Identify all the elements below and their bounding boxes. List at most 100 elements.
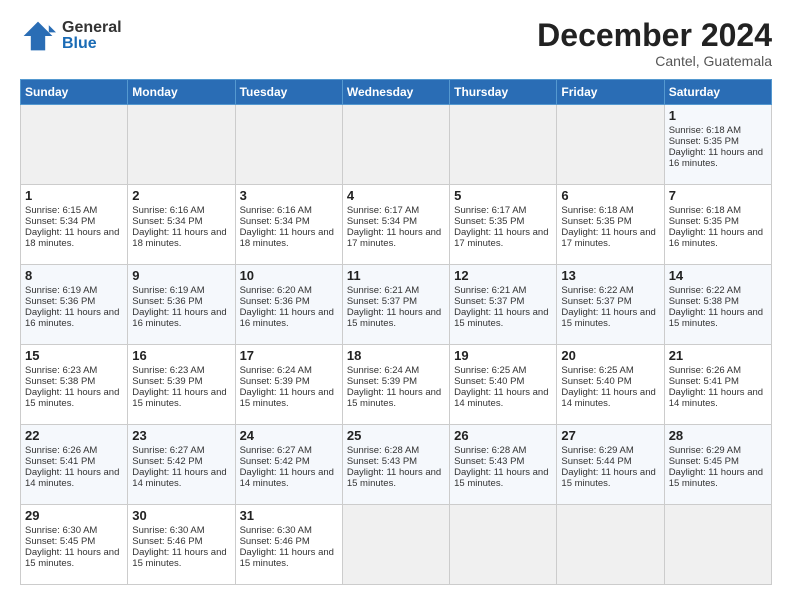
logo-icon bbox=[20, 18, 56, 54]
day-number: 19 bbox=[454, 348, 552, 363]
week-row-3: 15Sunrise: 6:23 AMSunset: 5:38 PMDayligh… bbox=[21, 345, 772, 425]
sunset-text: Sunset: 5:37 PM bbox=[454, 296, 552, 307]
day-number: 18 bbox=[347, 348, 445, 363]
daylight-text: Daylight: 11 hours and 15 minutes. bbox=[347, 467, 445, 489]
sunset-text: Sunset: 5:45 PM bbox=[669, 456, 767, 467]
calendar-cell: 1Sunrise: 6:15 AMSunset: 5:34 PMDaylight… bbox=[21, 185, 128, 265]
calendar-cell: 11Sunrise: 6:21 AMSunset: 5:37 PMDayligh… bbox=[342, 265, 449, 345]
sunset-text: Sunset: 5:37 PM bbox=[561, 296, 659, 307]
calendar-cell: 8Sunrise: 6:19 AMSunset: 5:36 PMDaylight… bbox=[21, 265, 128, 345]
calendar-cell: 3Sunrise: 6:16 AMSunset: 5:34 PMDaylight… bbox=[235, 185, 342, 265]
sunrise-text: Sunrise: 6:17 AM bbox=[454, 205, 552, 216]
calendar-cell: 29Sunrise: 6:30 AMSunset: 5:45 PMDayligh… bbox=[21, 505, 128, 585]
sunrise-text: Sunrise: 6:20 AM bbox=[240, 285, 338, 296]
sunrise-text: Sunrise: 6:21 AM bbox=[454, 285, 552, 296]
page: General Blue December 2024 Cantel, Guate… bbox=[0, 0, 792, 612]
day-number: 28 bbox=[669, 428, 767, 443]
daylight-text: Daylight: 11 hours and 14 minutes. bbox=[132, 467, 230, 489]
month-title: December 2024 bbox=[537, 18, 772, 53]
day-number: 30 bbox=[132, 508, 230, 523]
location: Cantel, Guatemala bbox=[537, 53, 772, 69]
logo-general: General bbox=[62, 20, 122, 36]
day-number: 23 bbox=[132, 428, 230, 443]
header-day-friday: Friday bbox=[557, 80, 664, 105]
calendar-cell: 31Sunrise: 6:30 AMSunset: 5:46 PMDayligh… bbox=[235, 505, 342, 585]
day-number: 1 bbox=[669, 108, 767, 123]
sunrise-text: Sunrise: 6:26 AM bbox=[25, 445, 123, 456]
sunset-text: Sunset: 5:38 PM bbox=[669, 296, 767, 307]
day-number: 12 bbox=[454, 268, 552, 283]
sunset-text: Sunset: 5:40 PM bbox=[561, 376, 659, 387]
sunrise-text: Sunrise: 6:24 AM bbox=[347, 365, 445, 376]
sunrise-text: Sunrise: 6:16 AM bbox=[240, 205, 338, 216]
sunrise-text: Sunrise: 6:28 AM bbox=[454, 445, 552, 456]
daylight-text: Daylight: 11 hours and 17 minutes. bbox=[561, 227, 659, 249]
sunrise-text: Sunrise: 6:19 AM bbox=[25, 285, 123, 296]
header-day-wednesday: Wednesday bbox=[342, 80, 449, 105]
calendar-cell: 4Sunrise: 6:17 AMSunset: 5:34 PMDaylight… bbox=[342, 185, 449, 265]
day-number: 21 bbox=[669, 348, 767, 363]
week-row-4: 22Sunrise: 6:26 AMSunset: 5:41 PMDayligh… bbox=[21, 425, 772, 505]
sunset-text: Sunset: 5:46 PM bbox=[132, 536, 230, 547]
sunrise-text: Sunrise: 6:18 AM bbox=[669, 205, 767, 216]
calendar-cell: 28Sunrise: 6:29 AMSunset: 5:45 PMDayligh… bbox=[664, 425, 771, 505]
sunrise-text: Sunrise: 6:28 AM bbox=[347, 445, 445, 456]
daylight-text: Daylight: 11 hours and 15 minutes. bbox=[347, 307, 445, 329]
header-row: SundayMondayTuesdayWednesdayThursdayFrid… bbox=[21, 80, 772, 105]
sunrise-text: Sunrise: 6:21 AM bbox=[347, 285, 445, 296]
daylight-text: Daylight: 11 hours and 15 minutes. bbox=[669, 307, 767, 329]
day-number: 27 bbox=[561, 428, 659, 443]
day-number: 3 bbox=[240, 188, 338, 203]
calendar-cell bbox=[342, 105, 449, 185]
calendar-table: SundayMondayTuesdayWednesdayThursdayFrid… bbox=[20, 79, 772, 585]
sunset-text: Sunset: 5:43 PM bbox=[454, 456, 552, 467]
sunrise-text: Sunrise: 6:29 AM bbox=[669, 445, 767, 456]
calendar-cell: 13Sunrise: 6:22 AMSunset: 5:37 PMDayligh… bbox=[557, 265, 664, 345]
sunrise-text: Sunrise: 6:29 AM bbox=[561, 445, 659, 456]
sunset-text: Sunset: 5:36 PM bbox=[240, 296, 338, 307]
daylight-text: Daylight: 11 hours and 15 minutes. bbox=[454, 467, 552, 489]
calendar-cell: 9Sunrise: 6:19 AMSunset: 5:36 PMDaylight… bbox=[128, 265, 235, 345]
sunset-text: Sunset: 5:37 PM bbox=[347, 296, 445, 307]
daylight-text: Daylight: 11 hours and 15 minutes. bbox=[25, 387, 123, 409]
sunrise-text: Sunrise: 6:30 AM bbox=[132, 525, 230, 536]
sunrise-text: Sunrise: 6:26 AM bbox=[669, 365, 767, 376]
sunset-text: Sunset: 5:38 PM bbox=[25, 376, 123, 387]
daylight-text: Daylight: 11 hours and 14 minutes. bbox=[669, 387, 767, 409]
calendar-cell bbox=[342, 505, 449, 585]
calendar-cell: 5Sunrise: 6:17 AMSunset: 5:35 PMDaylight… bbox=[450, 185, 557, 265]
day-number: 29 bbox=[25, 508, 123, 523]
daylight-text: Daylight: 11 hours and 18 minutes. bbox=[132, 227, 230, 249]
calendar-cell bbox=[450, 105, 557, 185]
calendar-cell: 6Sunrise: 6:18 AMSunset: 5:35 PMDaylight… bbox=[557, 185, 664, 265]
calendar-cell bbox=[21, 105, 128, 185]
calendar-cell bbox=[557, 105, 664, 185]
daylight-text: Daylight: 11 hours and 16 minutes. bbox=[25, 307, 123, 329]
sunset-text: Sunset: 5:41 PM bbox=[25, 456, 123, 467]
sunset-text: Sunset: 5:39 PM bbox=[347, 376, 445, 387]
sunrise-text: Sunrise: 6:15 AM bbox=[25, 205, 123, 216]
sunset-text: Sunset: 5:46 PM bbox=[240, 536, 338, 547]
daylight-text: Daylight: 11 hours and 14 minutes. bbox=[454, 387, 552, 409]
sunrise-text: Sunrise: 6:24 AM bbox=[240, 365, 338, 376]
sunset-text: Sunset: 5:35 PM bbox=[454, 216, 552, 227]
calendar-cell: 7Sunrise: 6:18 AMSunset: 5:35 PMDaylight… bbox=[664, 185, 771, 265]
calendar-cell: 16Sunrise: 6:23 AMSunset: 5:39 PMDayligh… bbox=[128, 345, 235, 425]
daylight-text: Daylight: 11 hours and 16 minutes. bbox=[240, 307, 338, 329]
sunset-text: Sunset: 5:45 PM bbox=[25, 536, 123, 547]
header: General Blue December 2024 Cantel, Guate… bbox=[20, 18, 772, 69]
daylight-text: Daylight: 11 hours and 16 minutes. bbox=[669, 227, 767, 249]
calendar-cell: 20Sunrise: 6:25 AMSunset: 5:40 PMDayligh… bbox=[557, 345, 664, 425]
day-number: 7 bbox=[669, 188, 767, 203]
day-number: 17 bbox=[240, 348, 338, 363]
sunrise-text: Sunrise: 6:22 AM bbox=[669, 285, 767, 296]
day-number: 14 bbox=[669, 268, 767, 283]
sunset-text: Sunset: 5:34 PM bbox=[25, 216, 123, 227]
sunset-text: Sunset: 5:36 PM bbox=[132, 296, 230, 307]
day-number: 1 bbox=[25, 188, 123, 203]
logo-text: General Blue bbox=[62, 20, 122, 52]
sunrise-text: Sunrise: 6:30 AM bbox=[25, 525, 123, 536]
daylight-text: Daylight: 11 hours and 17 minutes. bbox=[454, 227, 552, 249]
header-day-sunday: Sunday bbox=[21, 80, 128, 105]
daylight-text: Daylight: 11 hours and 15 minutes. bbox=[561, 467, 659, 489]
